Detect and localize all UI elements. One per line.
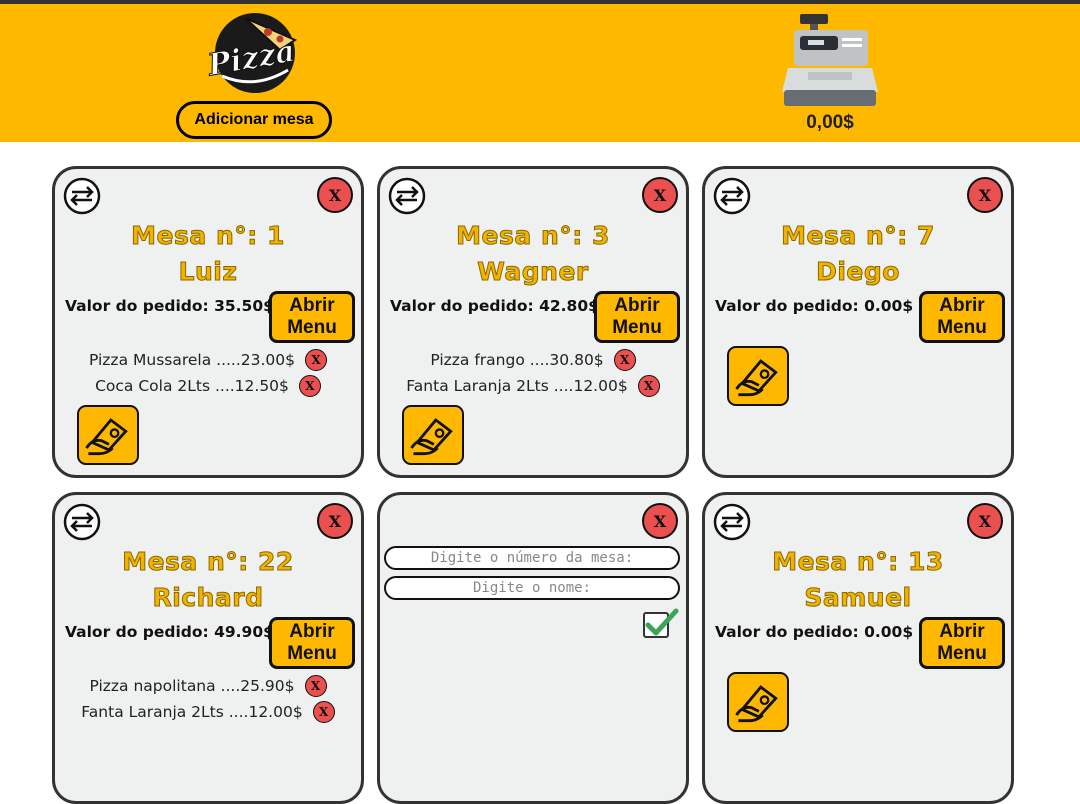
list-item: Pizza frango ....30.80$ X: [380, 347, 686, 373]
order-value: Valor do pedido: 0.00$: [715, 297, 914, 315]
swap-arrows-icon[interactable]: [63, 177, 101, 215]
customer-name: Luiz: [178, 257, 238, 287]
table-card-22: X Mesa n°: 22 Richard Valor do pedido: 4…: [52, 492, 364, 804]
new-table-card: X: [377, 492, 689, 804]
table-card-3: X Mesa n°: 3 Wagner Valor do pedido: 42.…: [377, 166, 689, 478]
table-number: Mesa n°: 22: [122, 547, 294, 577]
table-card-1: X Mesa n°: 1 Luiz Valor do pedido: 35.50…: [52, 166, 364, 478]
list-item: Pizza Mussarela .....23.00$ X: [55, 347, 361, 373]
remove-item-button[interactable]: X: [298, 375, 321, 397]
customer-name: Diego: [816, 257, 900, 287]
order-value: Valor do pedido: 49.90$: [65, 623, 274, 641]
table-card-13: X Mesa n°: 13 Samuel Valor do pedido: 0.…: [702, 492, 1014, 804]
item-label: Pizza Mussarela .....23.00$: [88, 351, 296, 369]
close-table-button[interactable]: X: [967, 503, 1003, 539]
close-table-button[interactable]: X: [642, 503, 678, 539]
remove-item-button[interactable]: X: [613, 349, 636, 371]
customer-name-input[interactable]: [384, 576, 680, 600]
list-item: Fanta Laranja 2Lts ....12.00$ X: [55, 699, 361, 725]
cash-register-icon[interactable]: [780, 12, 880, 108]
list-item: Pizza napolitana ....25.90$ X: [55, 673, 361, 699]
close-table-button[interactable]: X: [967, 177, 1003, 213]
app-header: Pizza Adicionar mesa 0,00$: [0, 4, 1080, 142]
open-menu-button[interactable]: Abrir Menu: [594, 291, 680, 343]
hand-money-icon[interactable]: [402, 405, 464, 465]
swap-arrows-icon[interactable]: [388, 177, 426, 215]
close-table-button[interactable]: X: [317, 503, 353, 539]
close-table-button[interactable]: X: [642, 177, 678, 213]
table-number: Mesa n°: 3: [456, 221, 610, 251]
hand-money-icon[interactable]: [77, 405, 139, 465]
list-item: Fanta Laranja 2Lts ....12.00$ X: [380, 373, 686, 399]
customer-name: Samuel: [804, 583, 912, 613]
swap-arrows-icon[interactable]: [63, 503, 101, 541]
item-label: Pizza napolitana ....25.90$: [89, 677, 295, 695]
remove-item-button[interactable]: X: [637, 375, 660, 397]
add-table-button[interactable]: Adicionar mesa: [176, 101, 332, 139]
order-value: Valor do pedido: 42.80$: [390, 297, 599, 315]
open-menu-button[interactable]: Abrir Menu: [269, 617, 355, 669]
swap-arrows-icon[interactable]: [713, 503, 751, 541]
list-item: Coca Cola 2Lts ....12.50$ X: [55, 373, 361, 399]
open-menu-button[interactable]: Abrir Menu: [269, 291, 355, 343]
item-label: Coca Cola 2Lts ....12.50$: [95, 377, 289, 395]
order-items: Pizza Mussarela .....23.00$ X Coca Cola 2…: [55, 347, 361, 399]
cash-total: 0,00$: [806, 112, 854, 133]
table-card-7: X Mesa n°: 7 Diego Valor do pedido: 0.00…: [702, 166, 1014, 478]
customer-name: Richard: [152, 583, 264, 613]
table-number: Mesa n°: 1: [131, 221, 285, 251]
hand-money-icon[interactable]: [727, 672, 789, 732]
remove-item-button[interactable]: X: [304, 675, 327, 697]
swap-arrows-icon[interactable]: [713, 177, 751, 215]
order-value: Valor do pedido: 35.50$: [65, 297, 274, 315]
open-menu-button[interactable]: Abrir Menu: [919, 291, 1005, 343]
close-table-button[interactable]: X: [317, 177, 353, 213]
table-number: Mesa n°: 7: [781, 221, 935, 251]
table-number-input[interactable]: [384, 546, 680, 570]
remove-item-button[interactable]: X: [305, 349, 328, 371]
item-label: Fanta Laranja 2Lts ....12.00$: [81, 703, 303, 721]
pizza-logo: Pizza: [200, 10, 306, 96]
open-menu-button[interactable]: Abrir Menu: [919, 617, 1005, 669]
item-label: Fanta Laranja 2Lts ....12.00$: [406, 377, 628, 395]
hand-money-icon[interactable]: [727, 346, 789, 406]
order-items: Pizza frango ....30.80$ X Fanta Laranja 2…: [380, 347, 686, 399]
customer-name: Wagner: [477, 257, 589, 287]
table-number: Mesa n°: 13: [772, 547, 944, 577]
item-label: Pizza frango ....30.80$: [430, 351, 604, 369]
order-items: Pizza napolitana ....25.90$ X Fanta Laran…: [55, 673, 361, 725]
checkbox-check-icon[interactable]: [642, 607, 680, 639]
order-value: Valor do pedido: 0.00$: [715, 623, 914, 641]
